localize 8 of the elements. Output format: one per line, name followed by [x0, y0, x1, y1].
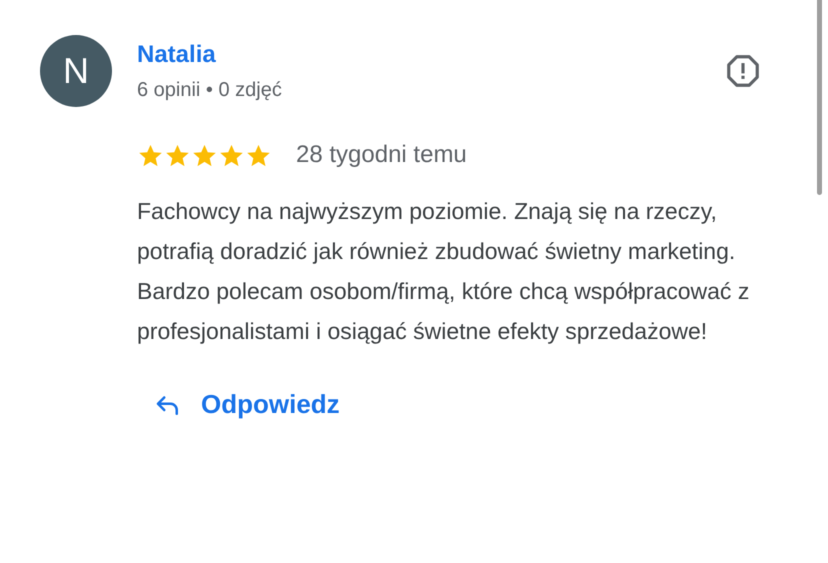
scrollbar[interactable]: [817, 0, 822, 195]
author-meta: 6 opinii • 0 zdjęć: [137, 78, 283, 102]
author-name[interactable]: Natalia: [137, 40, 724, 68]
report-icon[interactable]: [724, 52, 762, 90]
reply-button[interactable]: Odpowiedz: [153, 389, 340, 420]
review-date: 28 tygodni temu: [296, 141, 467, 169]
avatar: N: [40, 35, 112, 107]
review-text: Fachowcy na najwyższym poziomie. Znają się na rzeczy, potrafią doradzić jak również zbudować świetny marketing. Bardzo polecam osobom/firmą, które chcą współpracować z profesjonalistami i osiągać świetne efekty sprzedażowe!: [137, 197, 750, 346]
